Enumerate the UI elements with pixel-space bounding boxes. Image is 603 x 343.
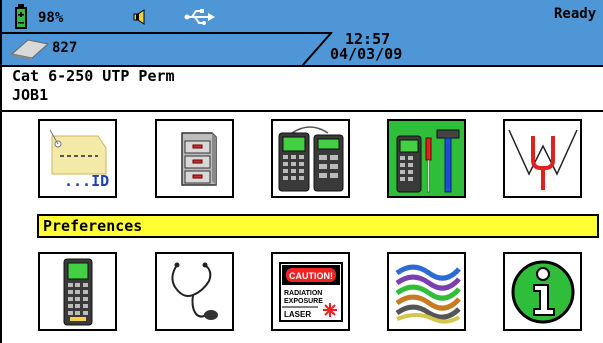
- usb-icon: [184, 9, 215, 25]
- battery-icon: [15, 4, 27, 29]
- tuning-fork-button[interactable]: [503, 119, 582, 198]
- laser-safety-button[interactable]: CAUTION! RADIATION EXPOSURE LASER: [271, 252, 350, 331]
- id-settings-button[interactable]: ...ID: [38, 119, 117, 198]
- dual-tester-icon: [278, 125, 343, 191]
- diagnostics-button[interactable]: [155, 252, 234, 331]
- tester-icon: [63, 258, 92, 325]
- battery-percent: 98%: [38, 10, 64, 26]
- tuning-fork-icon: [507, 129, 578, 190]
- status-text: Ready: [554, 6, 597, 22]
- cable-type-label: Cat 6-250 UTP Perm: [12, 67, 175, 85]
- id-tag-label: ...ID: [64, 172, 109, 190]
- fiber-cables-icon: [395, 264, 461, 324]
- laser-text: LASER: [284, 310, 311, 319]
- file-cabinet-icon: [180, 131, 217, 186]
- tester-setup-button[interactable]: [38, 252, 117, 331]
- laser-caution-icon: CAUTION! RADIATION EXPOSURE LASER: [278, 261, 343, 322]
- radiation-text: RADIATION: [284, 290, 322, 297]
- tools-button[interactable]: [387, 119, 466, 198]
- dual-tester-button[interactable]: [271, 119, 350, 198]
- info-icon: [511, 260, 574, 323]
- exposure-text: EXPOSURE: [284, 298, 323, 305]
- memory-card-icon: [10, 39, 50, 60]
- selected-function-label: Preferences: [37, 214, 599, 238]
- memory-count: 827: [52, 40, 78, 56]
- about-info-button[interactable]: [503, 252, 582, 331]
- tester-screen: 98% 827 12:57 04/03/09 Ready Cat 6-250 U…: [0, 0, 603, 343]
- stethoscope-icon: [170, 262, 218, 320]
- job-name-label: JOB1: [12, 86, 49, 104]
- speaker-icon: [133, 9, 145, 25]
- status-bar: 98% 827 12:57 04/03/09 Ready: [2, 0, 603, 67]
- saved-results-button[interactable]: [155, 119, 234, 198]
- status-divider: [2, 32, 332, 34]
- info-divider: [2, 110, 603, 112]
- clock-date: 04/03/09: [330, 45, 403, 63]
- fiber-cables-button[interactable]: [387, 252, 466, 331]
- id-tag-icon: ...ID: [49, 129, 109, 190]
- tools-icon: [396, 129, 459, 192]
- caution-text: CAUTION!: [289, 271, 333, 281]
